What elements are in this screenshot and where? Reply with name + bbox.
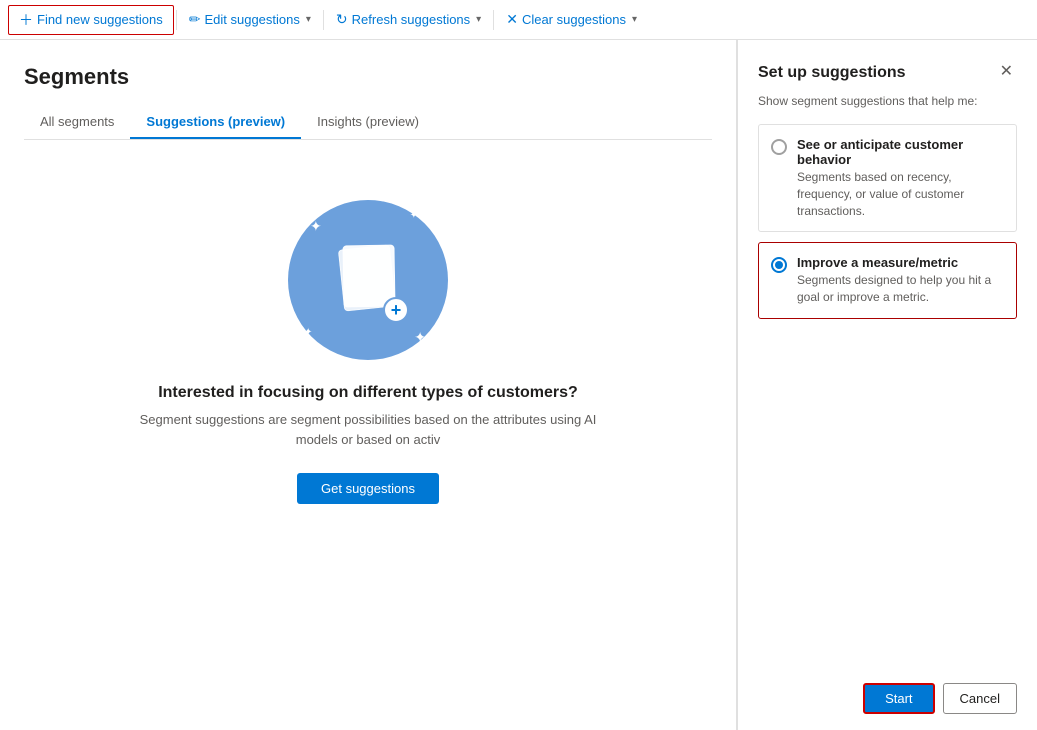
cancel-button[interactable]: Cancel [943,683,1017,714]
sparkle-icon-2: ✦ [410,210,418,221]
option-metric-sublabel: Segments designed to help you hit a goal… [797,272,1004,306]
clear-icon: ✕ [506,11,518,28]
page-sheet-front [342,245,395,308]
option-behavior-text: See or anticipate customer behavior Segm… [797,137,1004,219]
illustration-circle: ✦ ✦ ✦ ✦ + [288,200,448,360]
pages-stack-icon: + [333,245,403,315]
sparkle-icon-1: ✦ [310,218,322,235]
toolbar-divider-3 [493,10,494,30]
radio-behavior[interactable] [771,139,787,155]
refresh-suggestions-button[interactable]: ↻ Refresh suggestions ▾ [326,7,491,32]
refresh-label: Refresh suggestions [352,12,471,27]
content-area: Segments All segments Suggestions (previ… [0,40,737,730]
toolbar-divider-1 [176,10,177,30]
option-metric-text: Improve a measure/metric Segments design… [797,255,1004,306]
sparkle-icon-4: ✦ [414,329,426,346]
option-behavior-label: See or anticipate customer behavior [797,137,1004,167]
page-title: Segments [24,64,712,90]
edit-icon: ✏ [189,11,201,28]
tab-suggestions-preview[interactable]: Suggestions (preview) [130,106,301,139]
main-layout: Segments All segments Suggestions (previ… [0,40,1037,730]
refresh-chevron-icon: ▾ [476,14,481,25]
edit-chevron-icon: ▾ [306,14,311,25]
illustration-description: Segment suggestions are segment possibil… [118,410,618,449]
refresh-icon: ↻ [336,11,348,28]
plus-icon: ＋ [19,10,33,30]
find-new-suggestions-button[interactable]: ＋ Find new suggestions [8,5,174,35]
illustration-area: ✦ ✦ ✦ ✦ + Interested in focusing on diff… [24,140,712,524]
add-pages-icon: + [383,297,409,323]
edit-label: Edit suggestions [204,12,299,27]
start-button[interactable]: Start [863,683,934,714]
radio-metric[interactable] [771,257,787,273]
get-suggestions-button[interactable]: Get suggestions [297,473,439,504]
clear-chevron-icon: ▾ [632,14,637,25]
panel-description: Show segment suggestions that help me: [758,94,1017,108]
sparkle-icon-3: ✦ [304,327,312,338]
option-metric-label: Improve a measure/metric [797,255,1004,270]
toolbar-divider-2 [323,10,324,30]
panel-title: Set up suggestions [758,64,906,82]
clear-label: Clear suggestions [522,12,626,27]
edit-suggestions-button[interactable]: ✏ Edit suggestions ▾ [179,7,321,32]
radio-metric-inner [775,261,783,269]
clear-suggestions-button[interactable]: ✕ Clear suggestions ▾ [496,7,647,32]
option-behavior-card[interactable]: See or anticipate customer behavior Segm… [758,124,1017,232]
tab-insights-preview[interactable]: Insights (preview) [301,106,435,139]
right-panel: Set up suggestions ✕ Show segment sugges… [737,40,1037,730]
find-new-label: Find new suggestions [37,12,163,27]
tabs-bar: All segments Suggestions (preview) Insig… [24,106,712,140]
panel-footer: Start Cancel [758,671,1017,714]
option-behavior-sublabel: Segments based on recency, frequency, or… [797,169,1004,219]
option-metric-card[interactable]: Improve a measure/metric Segments design… [758,242,1017,319]
tab-all-segments[interactable]: All segments [24,106,130,139]
panel-header: Set up suggestions ✕ [758,64,1017,82]
illustration-title: Interested in focusing on different type… [158,384,578,402]
toolbar: ＋ Find new suggestions ✏ Edit suggestion… [0,0,1037,40]
close-panel-button[interactable]: ✕ [996,64,1017,80]
